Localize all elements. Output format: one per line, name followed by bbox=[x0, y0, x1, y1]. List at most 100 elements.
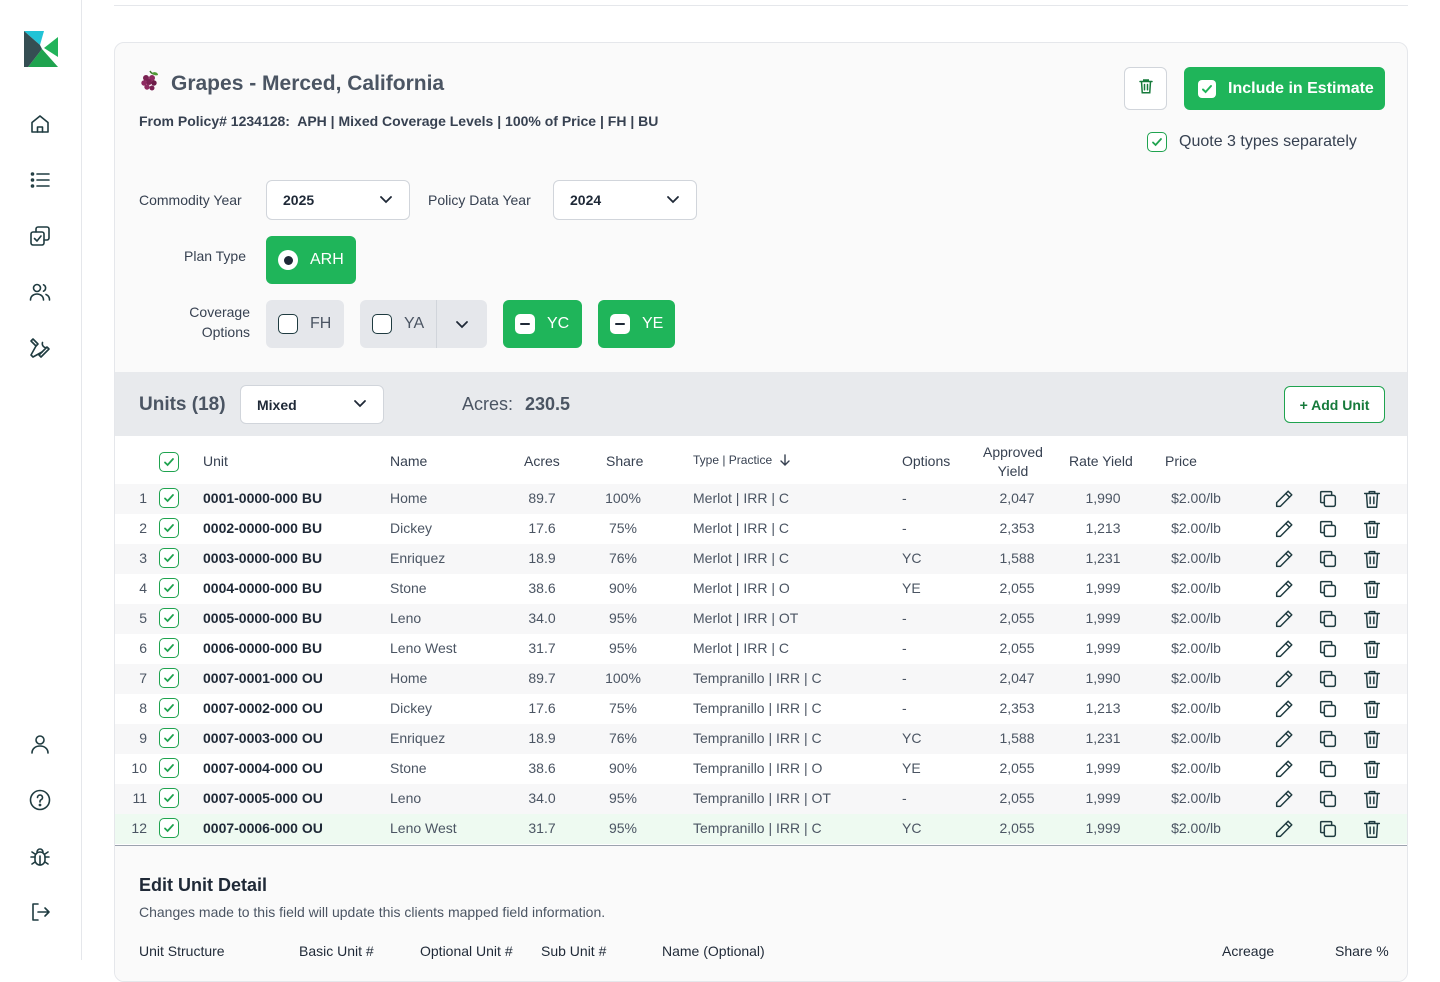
delete-row-button[interactable] bbox=[1361, 758, 1383, 780]
edit-row-button[interactable] bbox=[1273, 518, 1295, 540]
header-options[interactable]: Options bbox=[902, 453, 950, 469]
edit-row-button[interactable] bbox=[1273, 698, 1295, 720]
cell-share: 76% bbox=[608, 730, 638, 746]
row-checkbox[interactable] bbox=[159, 518, 179, 538]
duplicate-row-button[interactable] bbox=[1317, 698, 1339, 720]
coverage-option-yc[interactable]: YC bbox=[503, 300, 582, 348]
row-checkbox[interactable] bbox=[159, 758, 179, 778]
home-icon[interactable] bbox=[27, 111, 53, 137]
row-checkbox[interactable] bbox=[159, 608, 179, 628]
indeterminate-checkbox-icon bbox=[610, 314, 630, 334]
delete-row-button[interactable] bbox=[1361, 668, 1383, 690]
check-icon bbox=[1147, 132, 1167, 152]
edit-row-button[interactable] bbox=[1273, 578, 1295, 600]
edit-row-button[interactable] bbox=[1273, 608, 1295, 630]
header-price[interactable]: Price bbox=[1165, 453, 1197, 469]
delete-crop-button[interactable] bbox=[1124, 67, 1167, 110]
plan-type-arh[interactable]: ARH bbox=[266, 236, 356, 284]
delete-row-button[interactable] bbox=[1361, 608, 1383, 630]
delete-row-button[interactable] bbox=[1361, 818, 1383, 840]
profile-icon[interactable] bbox=[27, 731, 53, 757]
row-checkbox[interactable] bbox=[159, 638, 179, 658]
bug-icon[interactable] bbox=[27, 843, 53, 869]
row-checkbox[interactable] bbox=[159, 818, 179, 838]
header-name[interactable]: Name bbox=[390, 453, 427, 469]
table-row[interactable]: 6 0006-0000-000 BU Leno West 31.7 95% Merlot … bbox=[115, 634, 1407, 664]
header-rate-yield[interactable]: Rate Yield bbox=[1069, 453, 1133, 469]
edit-row-button[interactable] bbox=[1273, 758, 1295, 780]
table-row[interactable]: 5 0005-0000-000 BU Leno 34.0 95% Merlot | IRR… bbox=[115, 604, 1407, 634]
header-acres[interactable]: Acres bbox=[524, 453, 560, 469]
edit-row-button[interactable] bbox=[1273, 638, 1295, 660]
delete-row-button[interactable] bbox=[1361, 518, 1383, 540]
add-unit-button[interactable]: + Add Unit bbox=[1284, 386, 1385, 423]
edit-row-button[interactable] bbox=[1273, 818, 1295, 840]
duplicate-row-button[interactable] bbox=[1317, 608, 1339, 630]
row-checkbox[interactable] bbox=[159, 698, 179, 718]
quote-separately-checkbox[interactable]: Quote 3 types separately bbox=[1147, 132, 1357, 152]
users-icon[interactable] bbox=[27, 279, 53, 305]
include-in-estimate-button[interactable]: Include in Estimate bbox=[1184, 67, 1385, 110]
table-row[interactable]: 7 0007-0001-000 OU Home 89.7 100% Tempranillo… bbox=[115, 664, 1407, 694]
policy-data-year-select[interactable]: 2024 bbox=[553, 180, 697, 220]
cell-num: 4 bbox=[139, 580, 147, 596]
header-share[interactable]: Share bbox=[606, 453, 643, 469]
table-row[interactable]: 1 0001-0000-000 BU Home 89.7 100% Merlot | IR… bbox=[115, 484, 1407, 514]
help-icon[interactable] bbox=[27, 787, 53, 813]
cell-acres: 17.6 bbox=[528, 700, 556, 716]
table-row[interactable]: 11 0007-0005-000 OU Leno 34.0 95% Tempranillo… bbox=[115, 784, 1407, 814]
select-all-checkbox[interactable] bbox=[159, 452, 179, 473]
cell-unit: 0006-0000-000 BU bbox=[203, 640, 323, 656]
duplicate-row-button[interactable] bbox=[1317, 488, 1339, 510]
row-checkbox[interactable] bbox=[159, 728, 179, 748]
duplicate-row-button[interactable] bbox=[1317, 818, 1339, 840]
commodity-year-select[interactable]: 2025 bbox=[266, 180, 410, 220]
cell-rate: 1,990 bbox=[1085, 490, 1121, 506]
table-row[interactable]: 10 0007-0004-000 OU Stone 38.6 90% Tempranill… bbox=[115, 754, 1407, 784]
edit-row-button[interactable] bbox=[1273, 548, 1295, 570]
table-row[interactable]: 3 0003-0000-000 BU Enriquez 18.9 76% Merlot |… bbox=[115, 544, 1407, 574]
duplicate-row-button[interactable] bbox=[1317, 788, 1339, 810]
table-row[interactable]: 2 0002-0000-000 BU Dickey 17.6 75% Merlot | I… bbox=[115, 514, 1407, 544]
coverage-option-ye[interactable]: YE bbox=[598, 300, 675, 348]
edit-row-button[interactable] bbox=[1273, 728, 1295, 750]
row-checkbox[interactable] bbox=[159, 788, 179, 808]
table-row[interactable]: 4 0004-0000-000 BU Stone 38.6 90% Merlot | IR… bbox=[115, 574, 1407, 604]
delete-row-button[interactable] bbox=[1361, 488, 1383, 510]
ya-dropdown-toggle[interactable] bbox=[436, 300, 487, 348]
delete-row-button[interactable] bbox=[1361, 638, 1383, 660]
duplicate-row-button[interactable] bbox=[1317, 638, 1339, 660]
edit-row-button[interactable] bbox=[1273, 488, 1295, 510]
duplicate-row-button[interactable] bbox=[1317, 548, 1339, 570]
header-approved-yield[interactable]: Approved Yield bbox=[983, 443, 1043, 481]
delete-row-button[interactable] bbox=[1361, 578, 1383, 600]
table-row[interactable]: 9 0007-0003-000 OU Enriquez 18.9 76% Temprani… bbox=[115, 724, 1407, 754]
list-icon[interactable] bbox=[27, 167, 53, 193]
duplicate-row-button[interactable] bbox=[1317, 758, 1339, 780]
delete-row-button[interactable] bbox=[1361, 548, 1383, 570]
delete-row-button[interactable] bbox=[1361, 788, 1383, 810]
tasks-icon[interactable] bbox=[27, 223, 53, 249]
cell-rate: 1,213 bbox=[1085, 520, 1121, 536]
coverage-option-ya[interactable]: YA bbox=[360, 300, 487, 348]
header-type-practice[interactable]: Type | Practice bbox=[693, 453, 791, 467]
header-unit[interactable]: Unit bbox=[203, 453, 228, 469]
table-row[interactable]: 12 0007-0006-000 OU Leno West 31.7 95% Tempra… bbox=[115, 814, 1407, 844]
row-checkbox[interactable] bbox=[159, 488, 179, 508]
duplicate-row-button[interactable] bbox=[1317, 668, 1339, 690]
logout-icon[interactable] bbox=[27, 899, 53, 925]
row-checkbox[interactable] bbox=[159, 548, 179, 568]
coverage-option-fh[interactable]: FH bbox=[266, 300, 344, 348]
edit-row-button[interactable] bbox=[1273, 788, 1295, 810]
edit-row-button[interactable] bbox=[1273, 668, 1295, 690]
unit-structure-select[interactable]: Mixed bbox=[240, 385, 384, 424]
duplicate-row-button[interactable] bbox=[1317, 728, 1339, 750]
tools-icon[interactable] bbox=[27, 335, 53, 361]
row-checkbox[interactable] bbox=[159, 668, 179, 688]
duplicate-row-button[interactable] bbox=[1317, 518, 1339, 540]
delete-row-button[interactable] bbox=[1361, 698, 1383, 720]
duplicate-row-button[interactable] bbox=[1317, 578, 1339, 600]
row-checkbox[interactable] bbox=[159, 578, 179, 598]
table-row[interactable]: 8 0007-0002-000 OU Dickey 17.6 75% Tempranill… bbox=[115, 694, 1407, 724]
delete-row-button[interactable] bbox=[1361, 728, 1383, 750]
